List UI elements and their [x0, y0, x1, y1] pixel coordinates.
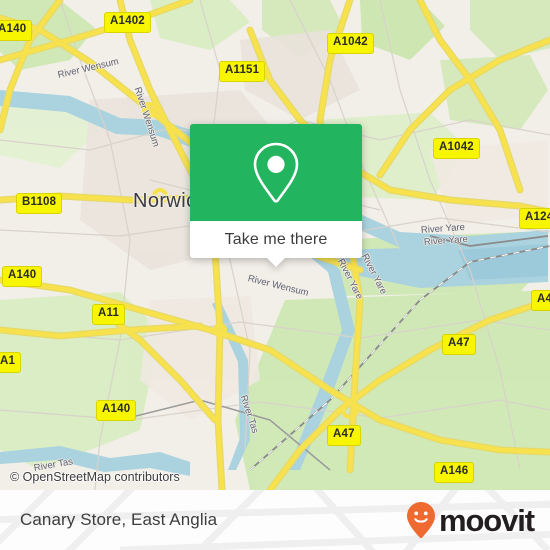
road-shield: A140: [2, 266, 43, 287]
road-shield: A1: [0, 352, 22, 373]
callout-body: [190, 124, 362, 221]
moovit-logo[interactable]: moovit: [406, 501, 535, 539]
moovit-wordmark: moovit: [438, 502, 535, 538]
map-attribution[interactable]: © OpenStreetMap contributors: [10, 470, 180, 484]
callout-pointer: [266, 257, 286, 267]
road-shield: A124: [519, 208, 550, 229]
road-shield: A1151: [219, 61, 266, 82]
map-pin-icon: [253, 142, 299, 203]
road-shield: A1042: [433, 138, 480, 159]
road-shield: A47: [531, 290, 550, 311]
road-shield: A146: [434, 462, 475, 483]
page-footer: Canary Store, East Anglia moovit: [0, 490, 550, 550]
callout-footer[interactable]: Take me there: [190, 221, 362, 267]
place-title: Canary Store, East Anglia: [20, 510, 218, 529]
moovit-map-screenshot: A140 A1402 A1151 A1042 A1042 B1108 A124 A140 A11…: [0, 0, 550, 550]
road-shield: B1108: [16, 193, 63, 214]
road-shield: A47: [442, 334, 476, 355]
road-shield: A11: [92, 304, 126, 325]
moovit-pin-icon: [406, 502, 435, 539]
road-shield: A140: [96, 400, 137, 421]
road-shield: A1402: [104, 12, 151, 33]
road-shield: A47: [327, 425, 361, 446]
location-callout[interactable]: Take me there: [190, 124, 362, 267]
road-shield: A140: [0, 20, 33, 41]
road-shield: A1042: [327, 33, 374, 54]
take-me-there-label: Take me there: [224, 230, 328, 248]
